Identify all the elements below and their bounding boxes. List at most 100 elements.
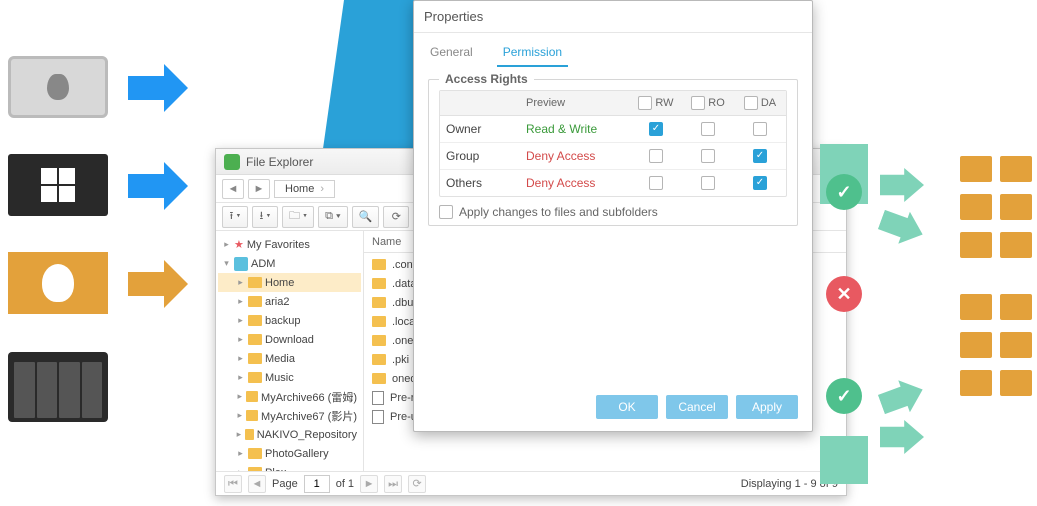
page-first-button[interactable]: ⏮ [224,475,242,493]
nav-forward-button[interactable]: ► [248,179,270,199]
tree-label: backup [265,315,300,327]
tree-item[interactable]: ▸Plex [218,463,361,471]
tab-general[interactable]: General [424,37,479,67]
tab-permission[interactable]: Permission [497,37,568,67]
rights-table: Preview RW RO DA OwnerRead & WriteGroupD… [439,90,787,197]
page-refresh-button[interactable]: ⟳ [408,475,426,493]
rights-who: Others [440,170,520,196]
device-windows [8,154,108,224]
flow-arrow-icon [876,204,929,251]
tree-item[interactable]: ▾ADM [218,254,361,273]
page-input[interactable] [304,475,330,493]
apply-subfolders-row[interactable]: Apply changes to files and subfolders [439,205,787,219]
new-folder-button[interactable]: 🗀 ▾ [282,206,314,228]
checkbox-apply-subfolders[interactable] [439,205,453,219]
rights-who: Group [440,143,520,169]
ok-button[interactable]: OK [596,395,658,419]
checkbox-rw[interactable] [649,122,663,136]
mac-laptop-icon [8,56,108,118]
checkbox-all-ro[interactable] [691,96,705,110]
tree-label: Plex [265,467,286,472]
tree-item[interactable]: ▸Music [218,368,361,387]
upload-button[interactable]: ⭱ ▾ [222,206,248,228]
page-prev-button[interactable]: ◄ [248,475,266,493]
rights-row: OthersDeny Access [440,170,786,196]
refresh-button[interactable]: ⟳ [383,206,409,228]
page-of: of 1 [336,478,354,490]
col-rw[interactable]: RW [630,91,682,115]
folder-icon [372,278,386,289]
apply-button[interactable]: Apply [736,395,798,419]
tree-favorites[interactable]: ▸ ★ My Favorites [218,235,361,254]
checkbox-da[interactable] [753,176,767,190]
chevron-right-icon: › [320,183,324,195]
file-explorer-title: File Explorer [246,155,313,169]
folder-icon [248,372,262,383]
tree-item[interactable]: ▸PhotoGallery [218,444,361,463]
tree-item[interactable]: ▸Media [218,349,361,368]
chevron-right-icon: ▸ [222,239,231,250]
folder-icon [248,315,262,326]
zip-file-icon [372,391,384,405]
rights-preview: Deny Access [520,143,630,169]
server-icon [960,156,992,182]
chevron-right-icon: ▸ [236,410,243,421]
file-explorer-app-icon [224,154,240,170]
col-da[interactable]: DA [734,91,786,115]
folder-icon [372,259,386,270]
rights-row: GroupDeny Access [440,143,786,170]
checkbox-da[interactable] [753,122,767,136]
page-label: Page [272,478,298,490]
tab-label: Permission [503,45,562,59]
checkbox-all-da[interactable] [744,96,758,110]
checkbox-rw[interactable] [649,149,663,163]
checkbox-ro[interactable] [701,176,715,190]
rights-header: Preview RW RO DA [440,91,786,116]
tree-item[interactable]: ▸Home [218,273,361,292]
device-column [8,56,108,450]
apply-subfolders-label: Apply changes to files and subfolders [459,205,658,219]
device-nas [8,352,108,422]
folder-tree[interactable]: ▸ ★ My Favorites ▾ADM▸Home▸aria2▸backup▸… [216,231,364,471]
checkbox-ro[interactable] [701,122,715,136]
col-preview: Preview [520,91,630,115]
page-last-button[interactable]: ⏭ [384,475,402,493]
status-bar: ⏮ ◄ Page of 1 ► ⏭ ⟳ Displaying 1 - 9 of … [216,471,846,495]
rights-preview: Deny Access [520,170,630,196]
fieldset-legend: Access Rights [439,72,534,86]
tree-label: Home [265,277,294,289]
path-box[interactable]: Home › [274,180,335,198]
folder-icon [372,373,386,384]
server-icon [1000,332,1032,358]
page-next-button[interactable]: ► [360,475,378,493]
tree-item[interactable]: ▸aria2 [218,292,361,311]
checkbox-da[interactable] [753,149,767,163]
device-linux [8,252,108,322]
star-icon: ★ [234,238,244,251]
download-button[interactable]: ⭳ ▾ [252,206,278,228]
folder-icon [248,448,262,459]
tree-label: PhotoGallery [265,448,329,460]
folder-icon [372,316,386,327]
chevron-right-icon: ▸ [236,334,245,345]
tree-item[interactable]: ▸ Download [218,330,361,349]
checkbox-all-rw[interactable] [638,96,652,110]
search-button[interactable]: 🔍 [352,206,380,228]
server-icon [960,194,992,220]
checkbox-ro[interactable] [701,149,715,163]
tab-label: General [430,45,473,59]
rights-preview: Read & Write [520,116,630,142]
copy-button[interactable]: ⧉ ▾ [318,206,348,228]
checkbox-rw[interactable] [649,176,663,190]
tree-item[interactable]: ▸MyArchive67 (影片) [218,406,361,425]
cancel-button[interactable]: Cancel [666,395,728,419]
col-ro[interactable]: RO [682,91,734,115]
folder-icon [245,429,254,440]
nav-back-button[interactable]: ◄ [222,179,244,199]
tree-item[interactable]: ▸NAKIVO_Repository [218,425,361,444]
linux-laptop-icon [8,252,108,314]
tree-label: Download [265,334,314,346]
tree-item[interactable]: ▸MyArchive66 (雷姆) [218,387,361,406]
tree-item[interactable]: ▸backup [218,311,361,330]
flow-arrow-icon [880,420,924,454]
